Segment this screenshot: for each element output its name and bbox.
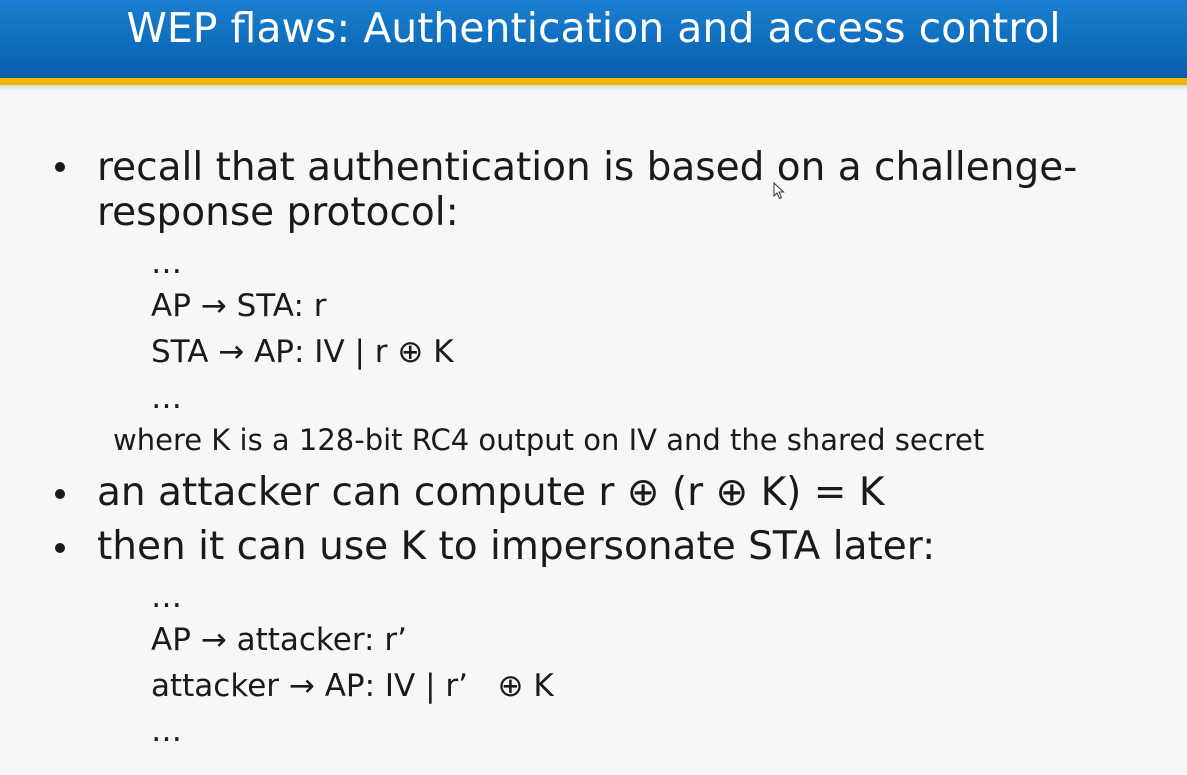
title-accent-stripe <box>0 78 1187 85</box>
mouse-pointer-icon <box>773 182 785 200</box>
key-note: where K is a 128-bit RC4 output on IV an… <box>113 423 985 457</box>
protocol-2-line-2: AP → attacker: r’ <box>151 622 407 658</box>
protocol-1-line-1: … <box>151 245 182 281</box>
bullet-marker-1 <box>55 162 65 172</box>
protocol-1-line-4: … <box>151 380 182 416</box>
bullet-3-line-1: then it can use K to impersonate STA lat… <box>97 524 936 569</box>
bullet-2-line-1: an attacker can compute r ⊕ (r ⊕ K) = K <box>97 470 885 515</box>
protocol-1-line-2: AP → STA: r <box>151 288 327 324</box>
protocol-2-line-4: … <box>151 713 182 749</box>
protocol-2-line-3: attacker → AP: IV | r’ ⊕ K <box>151 668 554 704</box>
bullet-1-line-2: response protocol: <box>97 190 459 235</box>
bullet-marker-2 <box>55 489 65 499</box>
bullet-1-line-1: recall that authentication is based on a… <box>97 145 1078 190</box>
protocol-2-line-1: … <box>151 579 182 615</box>
bullet-marker-3 <box>55 543 65 553</box>
protocol-1-line-3: STA → AP: IV | r ⊕ K <box>151 334 454 370</box>
slide-title: WEP flaws: Authentication and access con… <box>126 4 1061 52</box>
title-bar: WEP flaws: Authentication and access con… <box>0 0 1187 78</box>
